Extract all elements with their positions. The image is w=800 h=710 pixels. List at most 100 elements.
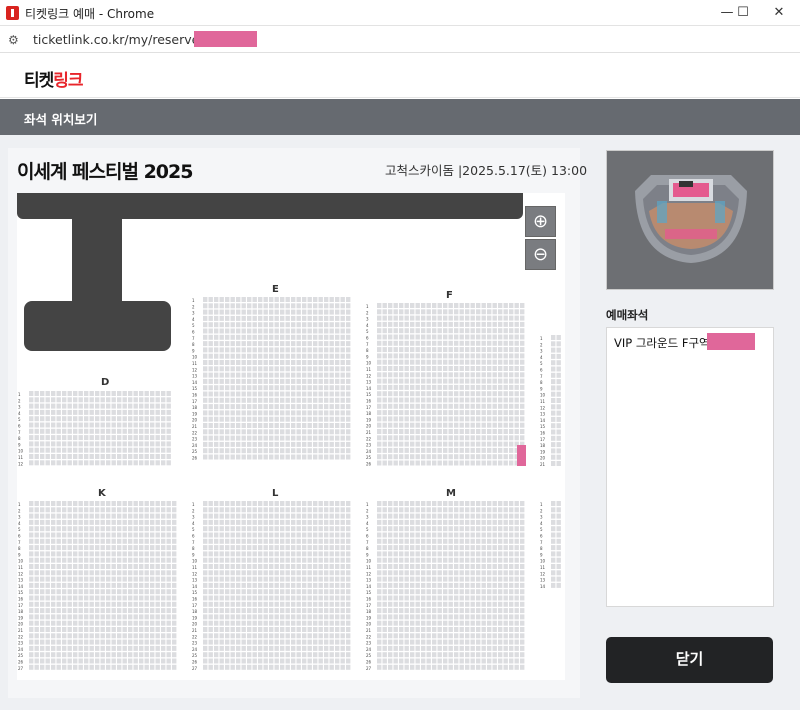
seat[interactable] (40, 645, 45, 651)
seat[interactable] (556, 423, 561, 429)
seat[interactable] (514, 614, 519, 620)
seat[interactable] (219, 639, 224, 645)
seat[interactable] (509, 321, 514, 327)
seat[interactable] (503, 570, 508, 576)
seat[interactable] (432, 576, 437, 582)
seat[interactable] (236, 564, 241, 569)
seat[interactable] (139, 582, 144, 588)
seat[interactable] (34, 447, 39, 453)
seat[interactable] (388, 384, 393, 390)
seat[interactable] (307, 297, 312, 302)
seat[interactable] (106, 538, 111, 544)
seat[interactable] (225, 378, 230, 384)
seat[interactable] (122, 526, 127, 532)
seat[interactable] (437, 372, 442, 378)
seat[interactable] (340, 601, 345, 607)
seat[interactable] (133, 391, 138, 396)
seat[interactable] (89, 620, 94, 626)
seat[interactable] (84, 460, 89, 466)
seat[interactable] (84, 633, 89, 639)
seat[interactable] (503, 340, 508, 346)
seat[interactable] (329, 315, 334, 321)
seat[interactable] (335, 372, 340, 378)
seat[interactable] (520, 353, 525, 359)
seat[interactable] (421, 576, 426, 582)
seat[interactable] (410, 627, 415, 632)
seat[interactable] (481, 309, 486, 315)
seat[interactable] (509, 532, 514, 538)
seat[interactable] (155, 627, 160, 632)
seat[interactable] (498, 447, 503, 453)
seat[interactable] (470, 639, 475, 645)
seat[interactable] (236, 614, 241, 620)
seat[interactable] (111, 460, 116, 466)
seat[interactable] (247, 303, 252, 309)
seat[interactable] (56, 422, 61, 428)
seat[interactable] (84, 422, 89, 428)
seat[interactable] (208, 397, 213, 403)
seat[interactable] (399, 447, 404, 453)
seat[interactable] (296, 441, 301, 447)
seat[interactable] (241, 614, 246, 620)
seat[interactable] (346, 601, 351, 607)
seat[interactable] (208, 360, 213, 365)
seat[interactable] (481, 447, 486, 453)
seat[interactable] (335, 353, 340, 359)
seat[interactable] (421, 564, 426, 569)
seat[interactable] (492, 519, 497, 525)
seat[interactable] (551, 507, 556, 513)
seat[interactable] (503, 447, 508, 453)
seat[interactable] (481, 441, 486, 447)
seat[interactable] (258, 570, 263, 576)
seat[interactable] (459, 608, 464, 614)
seat[interactable] (241, 645, 246, 651)
seat[interactable] (443, 639, 448, 645)
seat[interactable] (551, 564, 556, 569)
seat[interactable] (520, 410, 525, 416)
seat[interactable] (73, 526, 78, 532)
seat[interactable] (56, 545, 61, 551)
seat[interactable] (95, 545, 100, 551)
seat[interactable] (465, 526, 470, 532)
seat[interactable] (40, 435, 45, 441)
seat[interactable] (247, 404, 252, 410)
seat[interactable] (465, 315, 470, 321)
seat[interactable] (67, 570, 72, 576)
seat[interactable] (133, 627, 138, 632)
seat[interactable] (269, 627, 274, 632)
seat[interactable] (302, 639, 307, 645)
seat[interactable] (161, 519, 166, 525)
seat[interactable] (106, 403, 111, 409)
seat[interactable] (487, 601, 492, 607)
seat[interactable] (404, 501, 409, 506)
seat[interactable] (40, 589, 45, 595)
seat[interactable] (335, 334, 340, 340)
seat[interactable] (459, 582, 464, 588)
seat[interactable] (139, 447, 144, 453)
seat[interactable] (481, 608, 486, 614)
seat[interactable] (520, 620, 525, 626)
seat[interactable] (247, 385, 252, 391)
seat[interactable] (214, 322, 219, 328)
seat[interactable] (443, 321, 448, 327)
seat[interactable] (514, 359, 519, 365)
seat[interactable] (62, 422, 67, 428)
seat[interactable] (514, 416, 519, 422)
seat[interactable] (73, 460, 78, 466)
seat[interactable] (230, 391, 235, 397)
seat[interactable] (432, 347, 437, 353)
seat[interactable] (269, 322, 274, 328)
seat[interactable] (443, 359, 448, 365)
seat[interactable] (78, 582, 83, 588)
seat[interactable] (404, 303, 409, 308)
seat[interactable] (503, 551, 508, 557)
seat[interactable] (470, 664, 475, 670)
seat[interactable] (410, 614, 415, 620)
seat[interactable] (100, 608, 105, 614)
seat[interactable] (208, 501, 213, 506)
seat[interactable] (296, 601, 301, 607)
seat[interactable] (481, 384, 486, 390)
seat[interactable] (166, 441, 171, 447)
seat[interactable] (448, 340, 453, 346)
seat[interactable] (225, 416, 230, 422)
